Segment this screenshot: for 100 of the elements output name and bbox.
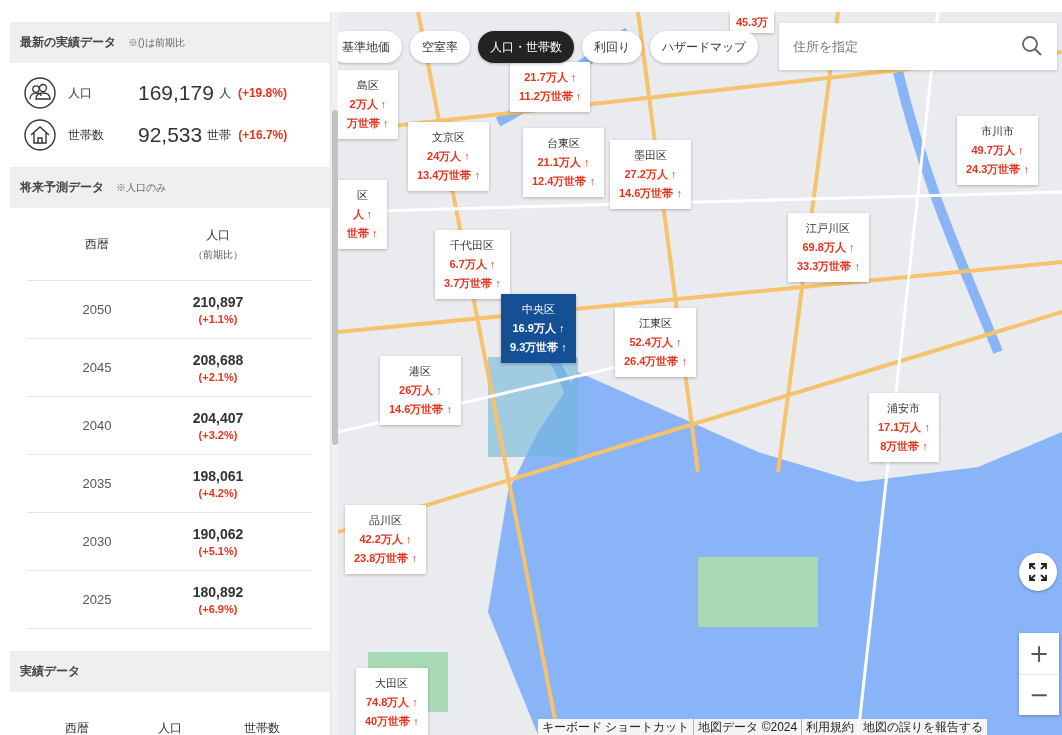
section-title: 実績データ [20, 663, 80, 680]
attribution-link[interactable]: 利用規約 [802, 719, 859, 735]
district-card[interactable]: 浦安市 17.1万人 ↑ 8万世帯 ↑ [869, 393, 939, 462]
year-cell: 2035 [82, 476, 112, 491]
district-card[interactable]: 島区 2万人 ↑ 万世帯 ↑ [338, 70, 398, 139]
household-value: 11.2万世帯 ↑ [519, 89, 582, 104]
zoom-button[interactable]: + [1019, 633, 1059, 674]
population-value: 45.3万 [736, 15, 769, 30]
house-icon [24, 119, 56, 151]
district-name: 墨田区 [634, 148, 667, 163]
change-cell: (+4.2%) [198, 487, 238, 499]
section-note: ※人口のみ [116, 180, 166, 195]
district-card[interactable]: 45.3万 [730, 12, 775, 33]
household-value: 8万世帯 ↑ [880, 439, 928, 454]
search-field[interactable]: 住所を指定 [779, 23, 1057, 70]
district-name: 大田区 [375, 676, 409, 691]
district-card[interactable]: 台東区 21.1万人 ↑ 12.4万世帯 ↑ [523, 128, 604, 197]
household-value: 9.3万世帯 ↑ [510, 340, 567, 355]
stat-label: 世帯数 [68, 126, 105, 144]
district-card[interactable]: 江東区 52.4万人 ↑ 26.4万世帯 ↑ [615, 308, 696, 377]
expand-icon [1028, 562, 1048, 582]
district-card[interactable]: 品川区 42.2万人 ↑ 23.8万世帯 ↑ [345, 505, 426, 574]
zoom-button[interactable]: − [1019, 674, 1059, 715]
change-cell: (+2.1%) [198, 371, 238, 383]
stat-change: (+19.8%) [237, 86, 287, 100]
population-value: 17.1万人 ↑ [878, 420, 930, 435]
layer-chip[interactable]: 人口・世帯数 [478, 31, 574, 63]
household-value: 24.3万世帯 ↑ [966, 162, 1029, 177]
column-header: 世帯数 [244, 719, 280, 735]
change-cell: (+3.2%) [198, 429, 238, 441]
population-value: 21.7万人 ↑ [524, 70, 577, 85]
change-cell: (+6.9%) [198, 603, 238, 615]
layer-chip[interactable]: 利回り [582, 31, 642, 63]
household-value: 万世帯 ↑ [347, 116, 389, 131]
district-card[interactable]: 大田区 74.8万人 ↑ 40万世帯 ↑ [356, 668, 428, 735]
population-value: 人 ↑ [352, 207, 373, 222]
stat-value: 169,179 [138, 81, 214, 105]
population-value: 42.2万人 ↑ [359, 532, 412, 547]
household-value: 世帯 ↑ [347, 226, 378, 241]
household-value: 12.4万世帯 ↑ [532, 174, 595, 189]
district-card[interactable]: 中央区 16.9万人 ↑ 9.3万世帯 ↑ [501, 294, 576, 363]
population-value: 21.1万人 ↑ [537, 155, 590, 170]
attribution-link[interactable]: 地図の誤りを報告する [859, 719, 988, 735]
district-card[interactable]: 江戸川区 69.8万人 ↑ 33.3万世帯 ↑ [788, 213, 869, 282]
district-card[interactable]: 港区 26万人 ↑ 14.6万世帯 ↑ [380, 356, 461, 425]
year-cell: 2040 [82, 418, 112, 433]
household-value: 40万世帯 ↑ [365, 714, 419, 729]
population-value: 24万人 ↑ [427, 149, 470, 164]
stat-unit: 人 [218, 84, 231, 102]
stat-value: 92,533 [138, 123, 203, 147]
column-subheader: （前期比） [193, 247, 243, 262]
population-value: 16.9万人 ↑ [512, 321, 565, 336]
district-name: 千代田区 [450, 238, 495, 253]
column-header: 人口 [157, 719, 182, 735]
household-value: 3.7万世帯 ↑ [444, 276, 501, 291]
section-note: ※()は前期比 [128, 35, 185, 50]
population-value: 26万人 ↑ [399, 383, 442, 398]
layer-chip[interactable]: 基準地価 [338, 31, 402, 63]
population-cell: 210,897 [192, 294, 244, 310]
district-card[interactable]: 区 人 ↑ 世帯 ↑ [338, 180, 387, 249]
attribution-link[interactable]: 地図データ ©2024 [694, 719, 802, 735]
population-cell: 180,892 [192, 584, 244, 600]
population-value: 52.4万人 ↑ [629, 335, 682, 350]
layer-chip[interactable]: 空室率 [410, 31, 470, 63]
district-name: 中央区 [521, 302, 555, 317]
district-card[interactable]: 千代田区 6.7万人 ↑ 3.7万世帯 ↑ [435, 230, 510, 299]
district-name: 台東区 [547, 136, 580, 151]
change-cell: (+5.1%) [198, 545, 238, 557]
section-title: 将来予測データ [20, 179, 104, 196]
district-name: 島区 [356, 78, 379, 93]
district-card[interactable]: 市川市 49.7万人 ↑ 24.3万世帯 ↑ [957, 116, 1038, 185]
attribution-link[interactable]: キーボード ショートカット [538, 719, 694, 735]
year-cell: 2025 [82, 592, 112, 607]
household-value: 26.4万世帯 ↑ [624, 354, 687, 369]
district-name: 江戸川区 [806, 221, 851, 236]
district-name: 文京区 [432, 130, 465, 145]
search-icon[interactable] [1021, 35, 1043, 57]
household-value: 23.8万世帯 ↑ [354, 551, 417, 566]
scrollbar-thumb[interactable] [332, 110, 338, 445]
stat-label: 人口 [68, 84, 93, 102]
people-icon [24, 77, 56, 109]
column-header: 西暦 [65, 719, 89, 735]
stat-unit: 世帯 [207, 126, 232, 144]
district-card[interactable]: 21.7万人 ↑ 11.2万世帯 ↑ [510, 62, 591, 112]
district-name: 浦安市 [887, 401, 921, 416]
population-value: 69.8万人 ↑ [802, 240, 855, 255]
year-cell: 2030 [82, 534, 112, 549]
population-cell: 198,061 [192, 468, 244, 484]
stat-change: (+16.7%) [238, 128, 288, 142]
change-cell: (+1.1%) [198, 313, 238, 325]
population-value: 74.8万人 ↑ [365, 695, 418, 710]
population-cell: 190,062 [192, 526, 244, 542]
district-card[interactable]: 墨田区 27.2万人 ↑ 14.6万世帯 ↑ [610, 140, 691, 209]
population-value: 2万人 ↑ [349, 97, 387, 112]
household-value: 14.6万世帯 ↑ [389, 402, 452, 417]
district-card[interactable]: 文京区 24万人 ↑ 13.4万世帯 ↑ [408, 122, 489, 191]
district-name: 品川区 [369, 513, 402, 528]
population-value: 49.7万人 ↑ [971, 143, 1024, 158]
household-value: 33.3万世帯 ↑ [797, 259, 860, 274]
layer-chip[interactable]: ハザードマップ [650, 31, 758, 63]
